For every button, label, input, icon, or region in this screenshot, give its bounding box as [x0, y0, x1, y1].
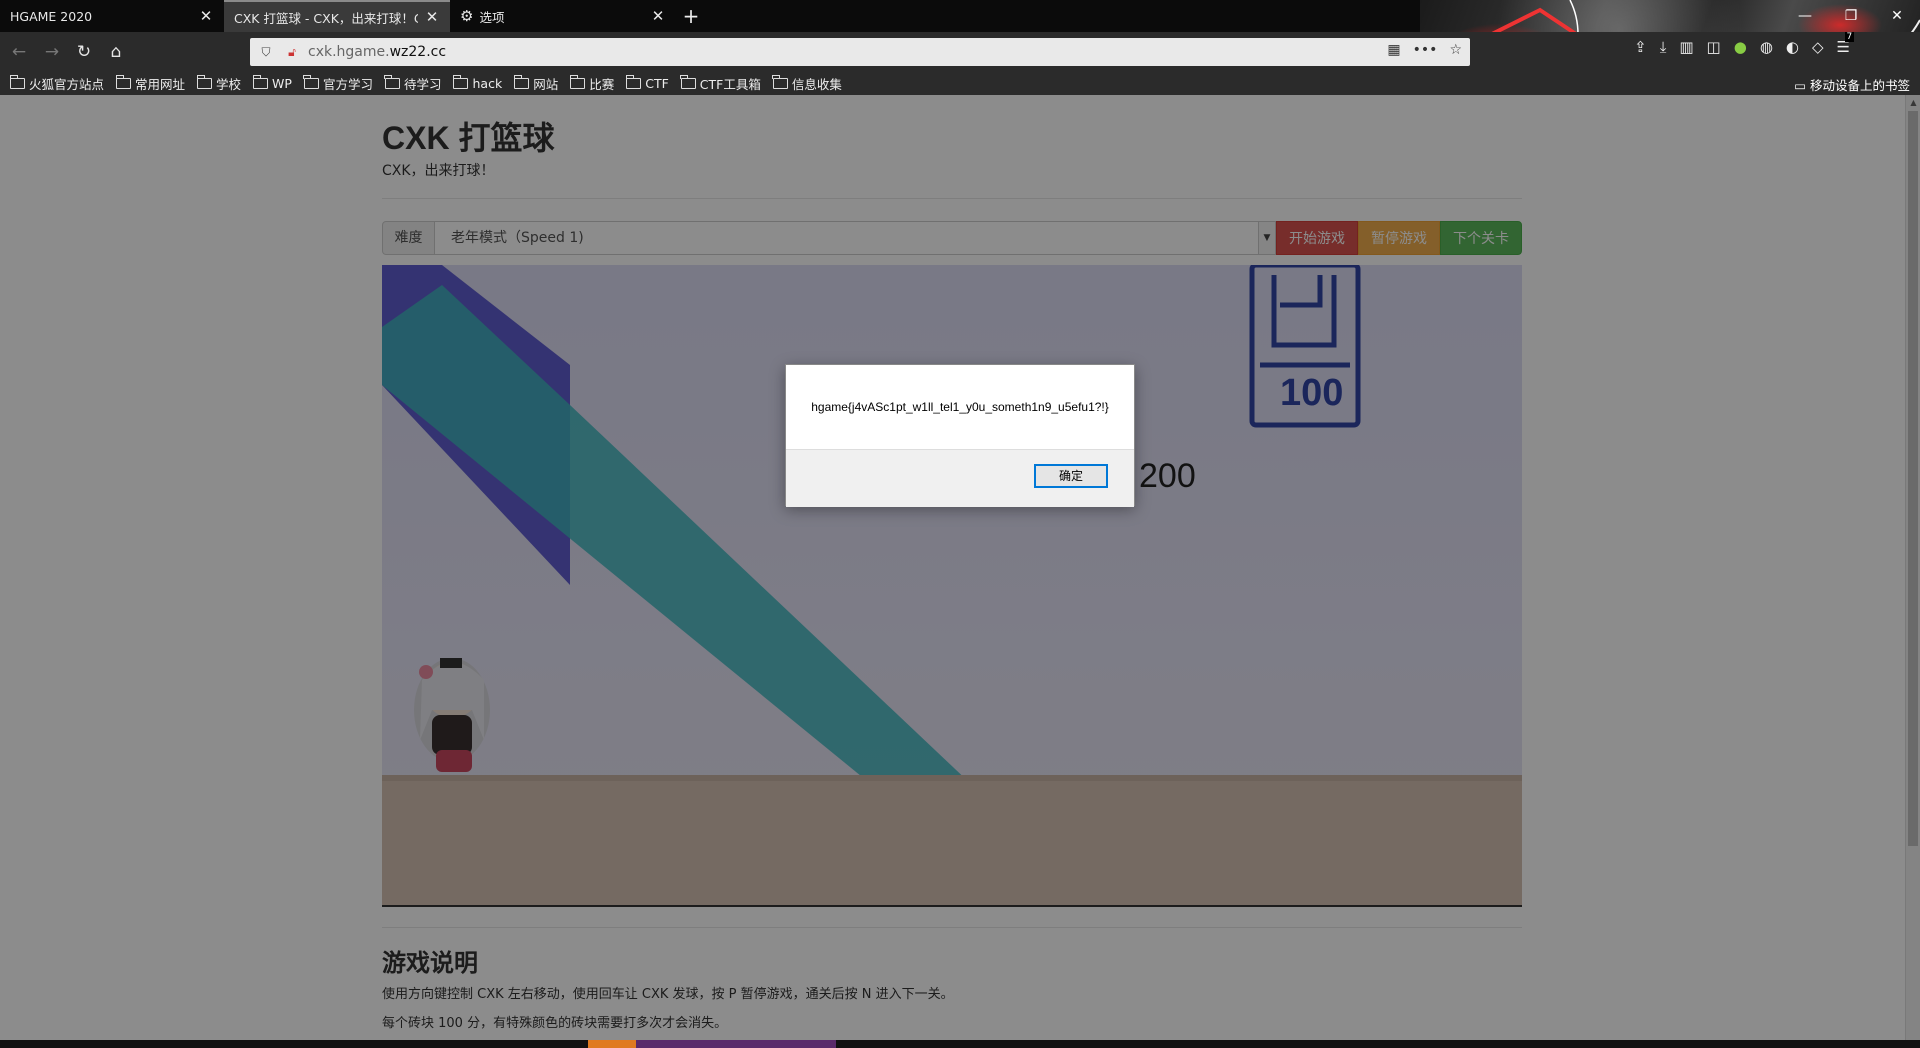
url-text: cxk.hgame.wz22.cc [308, 44, 446, 60]
new-tab-button[interactable]: + [678, 0, 704, 32]
folder-icon [9, 75, 25, 89]
bookmark-label: 待学习 [403, 77, 442, 92]
mobile-bookmarks[interactable]: ▭ 移动设备上的书签 [1794, 75, 1910, 94]
extension-icon[interactable]: ◇ [1812, 38, 1824, 56]
alert-footer: 确定 [786, 449, 1134, 507]
url-prefix: cxk.hgame. [308, 44, 390, 60]
gear-icon: ⚙ [460, 7, 474, 25]
folder-icon [115, 75, 132, 89]
alert-dialog: hgame{j4vASc1pt_w1ll_tel1_y0u_someth1n9_… [785, 364, 1135, 507]
folder-icon [772, 75, 788, 89]
bookmark-label: 学校 [216, 77, 242, 92]
bookmark-star-icon[interactable]: ☆ [1449, 42, 1462, 58]
bookmarks-bar: 火狐官方站点 常用网址 学校 WP 官方学习 待学习 hack 网站 比赛 CT… [0, 72, 1920, 95]
taskbar-item[interactable] [588, 1040, 636, 1048]
tab-cxk[interactable]: CXK 打篮球 - CXK，出来打球！CXK ✕ [224, 0, 450, 32]
toolbar-right: ⇪ ⤓ ▥ ◫ ● ◍ ◐ ◇ ☰ 7 [1634, 32, 1855, 56]
extension-icon[interactable]: ● [1734, 38, 1747, 56]
bookmark-label: CTF [645, 76, 669, 91]
mobile-bookmarks-label: 移动设备上的书签 [1809, 78, 1910, 93]
more-icon[interactable]: ••• [1413, 42, 1438, 58]
url-domain: wz22.cc [389, 44, 447, 60]
url-bar[interactable]: ⛉ 🔓︎ cxk.hgame.wz22.cc ▦ ••• ☆ [250, 38, 1470, 66]
folder-icon [303, 75, 319, 89]
folder-icon [513, 75, 530, 89]
download-icon[interactable]: ⤓ [1660, 38, 1667, 56]
menu-icon[interactable]: ☰ 7 [1837, 32, 1855, 56]
bookmark-label: 火狐官方站点 [29, 77, 105, 92]
forward-icon[interactable]: → [40, 40, 64, 64]
bookmark-label: hack [472, 76, 503, 91]
library-icon[interactable]: ▥ [1679, 38, 1693, 56]
bookmark-folder[interactable]: hack [452, 75, 503, 91]
modal-overlay [0, 95, 1920, 1040]
pocket-icon[interactable]: ⇪ [1634, 38, 1647, 56]
bookmark-folder[interactable]: WP [252, 75, 292, 91]
close-window-icon[interactable]: ✕ [1874, 0, 1920, 32]
folder-icon [569, 75, 586, 89]
folder-icon [452, 75, 469, 89]
shield-icon[interactable]: ⛉ [256, 45, 276, 60]
bookmark-folder[interactable]: CTF [625, 75, 669, 91]
folder-icon [680, 75, 696, 89]
maximize-icon[interactable]: ❐ [1828, 0, 1874, 32]
notification-badge: 7 [1844, 32, 1855, 42]
close-icon[interactable]: ✕ [424, 8, 440, 26]
bookmark-folder[interactable]: 信息收集 [772, 74, 842, 93]
home-icon[interactable]: ⌂ [104, 40, 128, 64]
bookmark-folder[interactable]: 火狐官方站点 [9, 74, 105, 93]
bookmark-label: 信息收集 [791, 77, 842, 92]
bookmark-label: 官方学习 [322, 77, 373, 92]
bookmark-folder[interactable]: 比赛 [569, 74, 615, 93]
folder-icon: ▭ [1794, 78, 1810, 93]
bookmark-folder[interactable]: 网站 [513, 74, 559, 93]
sidebar-icon[interactable]: ◫ [1707, 38, 1721, 56]
taskbar-item[interactable] [636, 1040, 836, 1048]
tab-options[interactable]: ⚙ 选项 ✕ [450, 0, 676, 32]
tab-label: 选项 [479, 9, 505, 25]
bookmark-folder[interactable]: 常用网址 [115, 74, 186, 93]
bookmark-folder[interactable]: 待学习 [384, 74, 442, 93]
bookmark-label: WP [272, 76, 292, 91]
close-icon[interactable]: ✕ [198, 7, 214, 25]
bookmark-folder[interactable]: CTF工具箱 [680, 74, 761, 93]
insecure-lock-icon[interactable]: 🔓︎ [282, 45, 302, 60]
bookmark-label: CTF工具箱 [699, 77, 761, 92]
close-icon[interactable]: ✕ [650, 7, 666, 25]
folder-icon [625, 75, 642, 89]
qr-code-icon[interactable]: ▦ [1387, 42, 1400, 58]
bookmark-label: 常用网址 [135, 77, 186, 92]
bookmark-folder[interactable]: 学校 [196, 74, 242, 93]
bookmark-label: 网站 [533, 77, 559, 92]
alert-message: hgame{j4vASc1pt_w1ll_tel1_y0u_someth1n9_… [811, 400, 1109, 414]
extension-icon[interactable]: ◍ [1760, 38, 1773, 56]
tab-label: HGAME 2020 [10, 8, 93, 24]
ok-button[interactable]: 确定 [1034, 464, 1108, 488]
folder-icon [252, 75, 269, 89]
back-icon[interactable]: ← [7, 40, 31, 64]
reload-icon[interactable]: ↻ [72, 40, 96, 64]
tab-hgame[interactable]: HGAME 2020 ✕ [0, 0, 224, 32]
folder-icon [196, 75, 213, 89]
minimize-icon[interactable]: — [1782, 0, 1828, 32]
extension-icon[interactable]: ◐ [1786, 38, 1799, 56]
bookmark-folder[interactable]: 官方学习 [303, 74, 373, 93]
tab-label: CXK 打篮球 - CXK，出来打球！CXK [234, 10, 418, 26]
bookmark-label: 比赛 [589, 77, 615, 92]
folder-icon [384, 75, 400, 89]
taskbar [0, 1040, 1920, 1048]
